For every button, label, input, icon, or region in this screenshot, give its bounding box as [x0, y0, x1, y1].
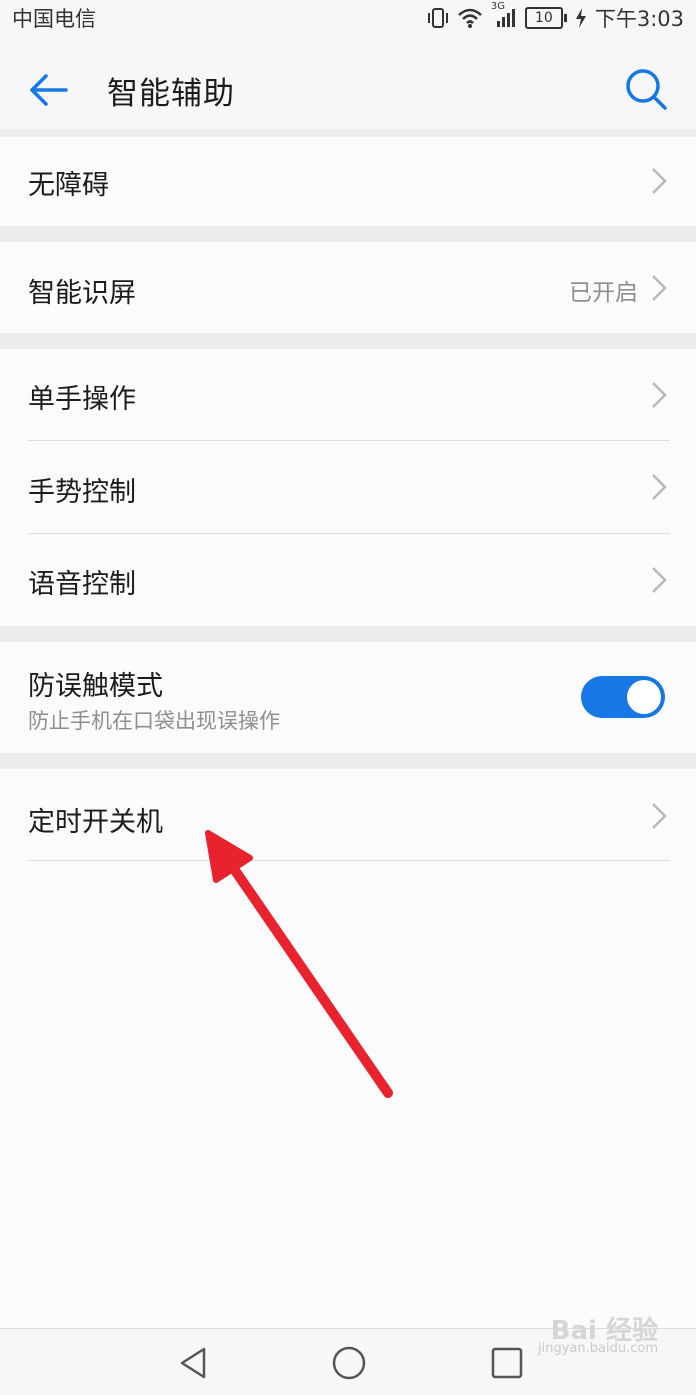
toggle-knob	[627, 680, 661, 714]
settings-group: 防误触模式 防止手机在口袋出现误操作	[0, 642, 696, 753]
nav-home-button[interactable]	[331, 1345, 367, 1381]
setting-label: 无障碍	[28, 170, 109, 201]
chevron-right-icon	[650, 166, 668, 196]
search-button[interactable]	[623, 66, 669, 112]
vibrate-icon	[427, 7, 449, 29]
setting-label: 手势控制	[28, 477, 136, 508]
app-toolbar: 智能辅助	[0, 36, 696, 132]
signal-icon: 3G	[491, 1, 517, 29]
section-divider	[0, 333, 696, 349]
battery-indicator: 10	[524, 7, 567, 29]
setting-label: 语音控制	[28, 569, 136, 600]
row-separator	[28, 860, 670, 861]
setting-scheduled-power[interactable]: 定时开关机	[0, 769, 696, 861]
clock: 下午3:03	[594, 7, 684, 31]
wifi-icon	[457, 7, 483, 29]
battery-level: 10	[524, 7, 563, 29]
watermark-brand: Bai 经验	[550, 1316, 658, 1346]
setting-one-hand[interactable]: 单手操作	[0, 349, 696, 441]
back-button[interactable]	[26, 68, 70, 112]
status-bar: 中国电信 3G 10 下午3:03	[0, 0, 696, 36]
settings-group: 定时开关机	[0, 769, 696, 1328]
status-icons: 3G 10 下午3:03	[427, 1, 684, 33]
settings-group: 单手操作 手势控制 语音控制	[0, 349, 696, 626]
carrier-name: 中国电信	[12, 7, 96, 31]
watermark: Bai 经验 jingyan.baidu.com	[538, 1316, 658, 1358]
chevron-right-icon	[650, 472, 668, 502]
setting-gesture[interactable]: 手势控制	[0, 441, 696, 533]
watermark-url: jingyan.baidu.com	[538, 1341, 658, 1356]
triangle-back-icon	[176, 1347, 212, 1385]
setting-label: 防误触模式	[28, 671, 163, 702]
square-recents-icon	[489, 1347, 525, 1385]
chevron-right-icon	[650, 273, 668, 303]
setting-status-value: 已开启	[569, 280, 638, 306]
setting-voice[interactable]: 语音控制	[0, 534, 696, 626]
setting-description: 防止手机在口袋出现误操作	[28, 709, 280, 733]
chevron-right-icon	[650, 380, 668, 410]
setting-label: 智能识屏	[28, 278, 136, 309]
network-type: 3G	[490, 1, 505, 12]
section-divider	[0, 129, 696, 137]
setting-label: 单手操作	[28, 384, 136, 415]
section-divider	[0, 226, 696, 242]
search-icon	[623, 69, 669, 116]
anti-touch-toggle[interactable]	[581, 676, 665, 718]
chevron-right-icon	[650, 801, 668, 831]
section-divider	[0, 626, 696, 642]
nav-recents-button[interactable]	[489, 1345, 525, 1381]
setting-accessibility[interactable]: 无障碍	[0, 137, 696, 226]
setting-anti-touch[interactable]: 防误触模式 防止手机在口袋出现误操作	[0, 642, 696, 753]
settings-group: 智能识屏 已开启	[0, 242, 696, 333]
page-title: 智能辅助	[107, 76, 235, 112]
setting-smart-screen[interactable]: 智能识屏 已开启	[0, 242, 696, 333]
nav-back-button[interactable]	[176, 1345, 212, 1381]
section-divider	[0, 753, 696, 769]
arrow-left-icon	[26, 74, 70, 116]
charging-icon	[575, 8, 587, 28]
circle-home-icon	[331, 1346, 367, 1385]
setting-label: 定时开关机	[28, 807, 163, 838]
chevron-right-icon	[650, 565, 668, 595]
settings-group: 无障碍	[0, 137, 696, 226]
